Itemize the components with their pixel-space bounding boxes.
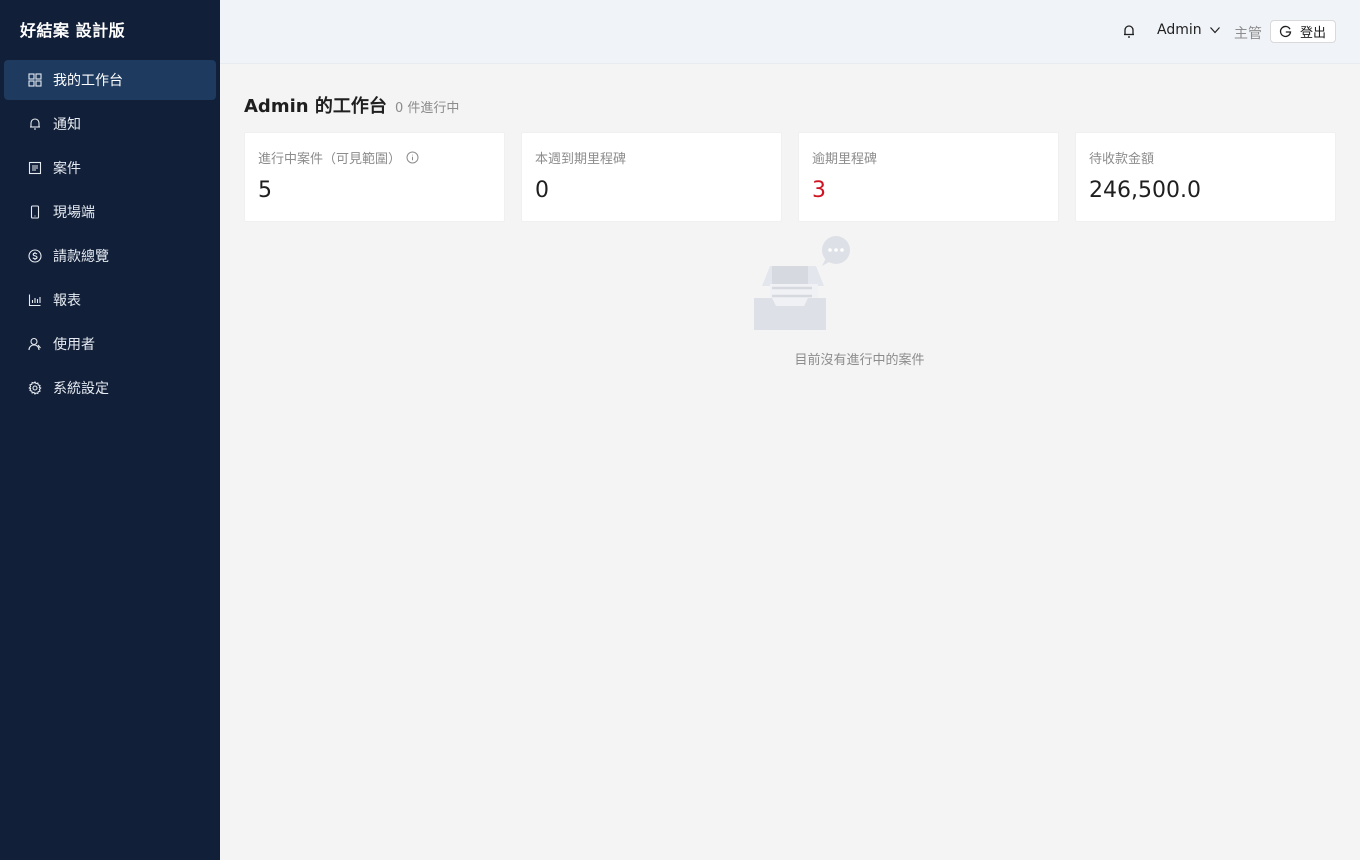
sidebar-item-notifications[interactable]: 通知 bbox=[4, 104, 216, 144]
logout-button[interactable]: 登出 bbox=[1270, 20, 1336, 43]
user-name: Admin bbox=[1157, 22, 1202, 38]
stat-value: 3 bbox=[812, 178, 826, 203]
stat-value: 246,500.0 bbox=[1089, 178, 1201, 203]
logout-label: 登出 bbox=[1300, 26, 1327, 41]
sidebar-item-label: 請款總覽 bbox=[53, 249, 109, 265]
sidebar-item-label: 系統設定 bbox=[53, 381, 109, 397]
info-icon[interactable] bbox=[406, 151, 419, 164]
sidebar-item-label: 通知 bbox=[53, 117, 81, 133]
gear-icon bbox=[27, 380, 43, 396]
bar-chart-icon bbox=[27, 292, 43, 308]
file-list-icon bbox=[27, 160, 43, 176]
user-menu[interactable]: Admin bbox=[1157, 22, 1221, 38]
sidebar-item-label: 報表 bbox=[53, 293, 81, 309]
dollar-icon bbox=[27, 248, 43, 264]
empty-inbox-icon bbox=[750, 236, 854, 336]
stat-value: 0 bbox=[535, 178, 549, 203]
stat-card-receivable: 待收款金額 246,500.0 bbox=[1075, 132, 1336, 222]
stat-label: 逾期里程碑 bbox=[812, 152, 878, 167]
stat-value: 5 bbox=[258, 178, 272, 203]
stat-card-overdue: 逾期里程碑 3 bbox=[798, 132, 1059, 222]
chevron-down-icon bbox=[1209, 27, 1220, 34]
sidebar-item-label: 現場端 bbox=[53, 205, 95, 221]
user-role: 主管 bbox=[1234, 26, 1262, 42]
sidebar-item-settings[interactable]: 系統設定 bbox=[4, 368, 216, 408]
stat-label-text: 進行中案件（可見範圍） bbox=[258, 152, 402, 167]
stat-card-due-this-week: 本週到期里程碑 0 bbox=[521, 132, 782, 222]
stat-label: 待收款金額 bbox=[1089, 152, 1155, 167]
bell-icon bbox=[27, 116, 43, 132]
stat-label: 進行中案件（可見範圍） bbox=[258, 148, 419, 167]
notification-bell-icon[interactable] bbox=[1120, 22, 1138, 40]
dashboard-icon bbox=[27, 72, 43, 88]
sidebar-item-reports[interactable]: 報表 bbox=[4, 280, 216, 320]
empty-state-text: 目前沒有進行中的案件 bbox=[0, 349, 1360, 368]
top-header: Admin 主管 登出 bbox=[220, 0, 1360, 64]
brand-title: 好結案 設計版 bbox=[20, 21, 126, 40]
sidebar-item-dashboard[interactable]: 我的工作台 bbox=[4, 60, 216, 100]
mobile-icon bbox=[27, 204, 43, 220]
google-icon bbox=[1279, 25, 1292, 38]
sidebar-item-label: 案件 bbox=[53, 161, 81, 177]
sidebar: 好結案 設計版 我的工作台 通知 案件 現場端 請款總覽 報表 使用者 系統設定 bbox=[0, 0, 220, 860]
stat-label: 本週到期里程碑 bbox=[535, 152, 627, 167]
sidebar-item-billing[interactable]: 請款總覽 bbox=[4, 236, 216, 276]
page-subtitle: 0 件進行中 bbox=[395, 101, 460, 116]
stat-card-active-cases: 進行中案件（可見範圍） 5 bbox=[244, 132, 505, 222]
page-title: Admin 的工作台 bbox=[244, 96, 387, 117]
sidebar-item-label: 我的工作台 bbox=[53, 73, 123, 89]
sidebar-item-cases[interactable]: 案件 bbox=[4, 148, 216, 188]
empty-state-label: 目前沒有進行中的案件 bbox=[794, 353, 925, 368]
sidebar-item-field[interactable]: 現場端 bbox=[4, 192, 216, 232]
